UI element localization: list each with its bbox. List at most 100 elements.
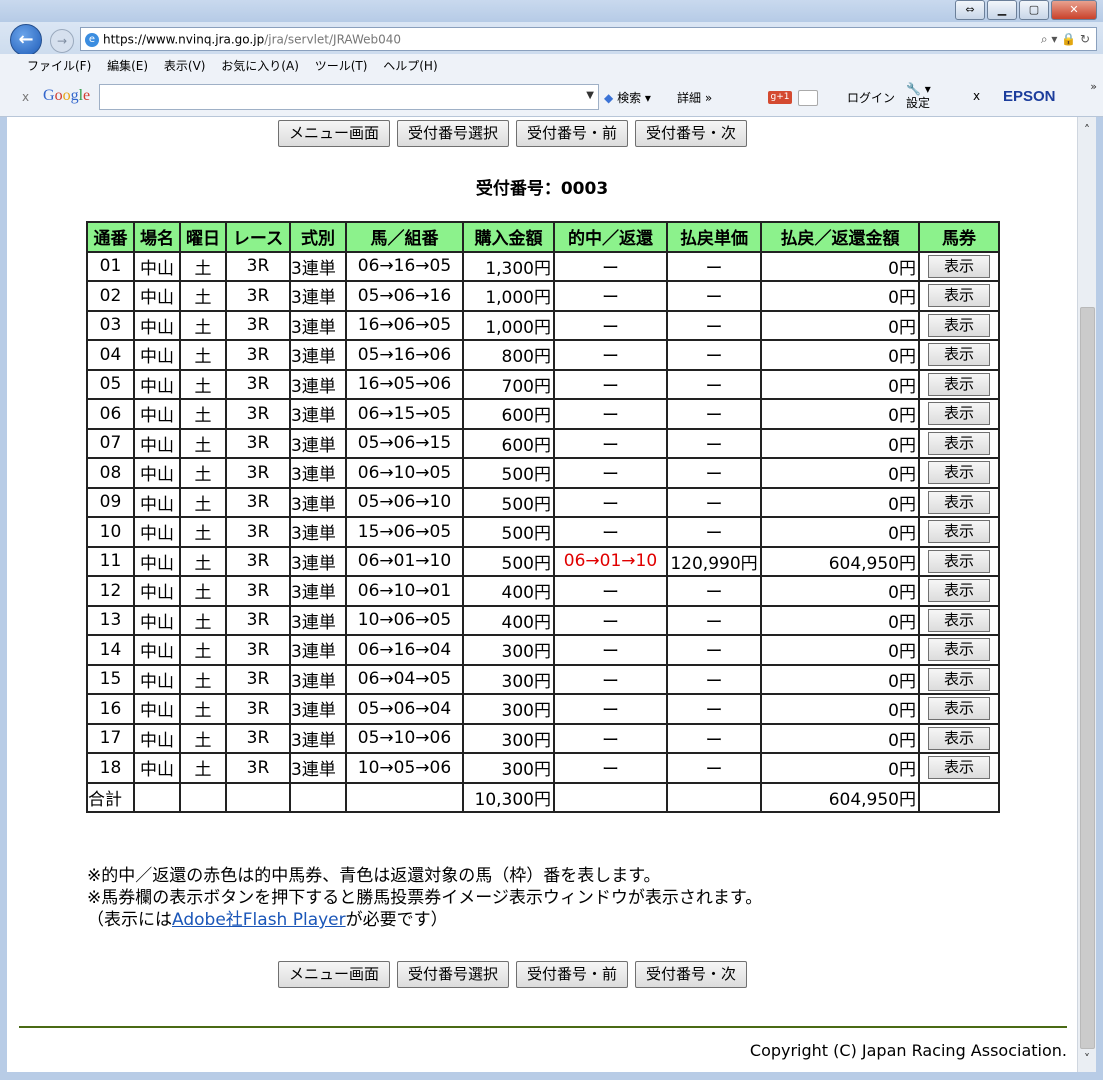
receipt-prev-button[interactable]: 受付番号・前 — [516, 120, 629, 147]
footer-divider — [19, 1026, 1067, 1028]
login-button[interactable]: ログイン — [847, 89, 895, 106]
row-combination: 06→15→05 — [345, 398, 464, 430]
ticket-cell: 表示 — [918, 368, 1000, 400]
row-hit: ー — [553, 280, 668, 312]
address-tools-icons[interactable]: ⌕ ▾ 🔒 ↻ — [1041, 28, 1090, 50]
close-button[interactable]: ✕ — [1051, 0, 1097, 20]
table-row: 18 中山土 3R 3連単 10→05→06 300円ーー 0円 表示 — [86, 752, 1000, 784]
row-unit-price: ー — [666, 722, 762, 754]
show-ticket-button[interactable]: 表示 — [928, 667, 990, 691]
row-number: 06 — [86, 398, 135, 430]
row-place: 中山 — [133, 545, 181, 577]
epson-close-icon[interactable]: x — [973, 89, 980, 103]
scroll-up-icon[interactable]: ˄ — [1078, 123, 1096, 137]
row-combination: 06→04→05 — [345, 663, 464, 695]
show-ticket-button[interactable]: 表示 — [928, 490, 990, 514]
ie-page-icon: e — [85, 32, 99, 47]
show-ticket-button[interactable]: 表示 — [928, 461, 990, 485]
show-ticket-button[interactable]: 表示 — [928, 549, 990, 573]
show-ticket-button[interactable]: 表示 — [928, 697, 990, 721]
show-ticket-button[interactable]: 表示 — [928, 638, 990, 662]
show-ticket-button[interactable]: 表示 — [928, 343, 990, 367]
show-ticket-button[interactable]: 表示 — [928, 313, 990, 337]
show-ticket-button[interactable]: 表示 — [928, 372, 990, 396]
menu-help[interactable]: ヘルプ(H) — [383, 54, 437, 78]
row-amount: 300円 — [462, 663, 555, 695]
show-ticket-button[interactable]: 表示 — [928, 254, 990, 278]
row-race: 3R — [225, 575, 291, 607]
restore-extra-icon[interactable]: ⇔ — [955, 0, 985, 20]
scroll-thumb[interactable] — [1080, 307, 1095, 1049]
menu-bar: ファイル(F) 編集(E) 表示(V) お気に入り(A) ツール(T) ヘルプ(… — [0, 54, 1103, 78]
row-unit-price: ー — [666, 398, 762, 430]
row-hit: ー — [553, 752, 668, 784]
menu-tools[interactable]: ツール(T) — [315, 54, 368, 78]
ticket-cell: 表示 — [918, 693, 1000, 725]
row-unit-price: ー — [666, 752, 762, 784]
chevron-down-icon[interactable]: ▼ — [586, 90, 594, 101]
row-unit-price: ー — [666, 575, 762, 607]
show-ticket-button[interactable]: 表示 — [928, 579, 990, 603]
menu-screen-button[interactable]: メニュー画面 — [278, 961, 391, 988]
menu-file[interactable]: ファイル(F) — [27, 54, 91, 78]
maximize-button[interactable]: ▢ — [1019, 0, 1049, 20]
scroll-down-icon[interactable]: ˅ — [1078, 1052, 1096, 1066]
google-search-button[interactable]: ◆ 検索 ▾ — [604, 89, 651, 106]
receipt-next-button[interactable]: 受付番号・次 — [635, 961, 748, 988]
row-combination: 15→06→05 — [345, 516, 464, 548]
row-unit-price: ー — [666, 693, 762, 725]
minimize-button[interactable]: ▁ — [987, 0, 1017, 20]
row-payout: 0円 — [760, 486, 920, 518]
show-ticket-button[interactable]: 表示 — [928, 520, 990, 544]
receipt-next-button[interactable]: 受付番号・次 — [635, 120, 748, 147]
total-amount: 10,300円 — [462, 781, 555, 813]
menu-edit[interactable]: 編集(E) — [107, 54, 148, 78]
ticket-cell: 表示 — [918, 722, 1000, 754]
row-day: 土 — [179, 663, 227, 695]
row-bet-type: 3連単 — [289, 722, 347, 754]
gplus-count-box — [798, 90, 818, 106]
col-header: 的中／返還 — [553, 221, 668, 253]
row-payout: 0円 — [760, 427, 920, 459]
settings-button[interactable]: 🔧 ▾ 設定 — [906, 82, 931, 110]
row-day: 土 — [179, 280, 227, 312]
show-ticket-button[interactable]: 表示 — [928, 756, 990, 780]
show-ticket-button[interactable]: 表示 — [928, 608, 990, 632]
menu-view[interactable]: 表示(V) — [164, 54, 206, 78]
epson-brand[interactable]: EPSON — [1003, 88, 1056, 105]
row-payout: 0円 — [760, 250, 920, 282]
col-header: 式別 — [289, 221, 347, 253]
table-row: 17 中山土 3R 3連単 05→10→06 300円ーー 0円 表示 — [86, 722, 1000, 754]
vertical-scrollbar[interactable]: ˄ ˅ — [1077, 117, 1096, 1072]
row-day: 土 — [179, 339, 227, 371]
wrench-icon: 🔧 — [906, 82, 921, 96]
toolbar-close-icon[interactable]: x — [22, 90, 29, 104]
detail-button[interactable]: 詳細 » — [677, 89, 712, 106]
row-number: 15 — [86, 663, 135, 695]
show-ticket-button[interactable]: 表示 — [928, 726, 990, 750]
menu-screen-button[interactable]: メニュー画面 — [278, 120, 391, 147]
row-unit-price: ー — [666, 457, 762, 489]
row-day: 土 — [179, 427, 227, 459]
address-bar[interactable]: e https://www.nvinq.jra.go.jp/jra/servlet… — [80, 27, 1097, 51]
receipt-prev-button[interactable]: 受付番号・前 — [516, 961, 629, 988]
menu-favorites[interactable]: お気に入り(A) — [221, 54, 299, 78]
show-ticket-button[interactable]: 表示 — [928, 284, 990, 308]
col-header: 払戻単価 — [666, 221, 762, 253]
col-header: 場名 — [133, 221, 181, 253]
show-ticket-button[interactable]: 表示 — [928, 402, 990, 426]
toolbar-overflow-icon[interactable]: » — [1090, 80, 1097, 93]
show-ticket-button[interactable]: 表示 — [928, 431, 990, 455]
flash-player-link[interactable]: Adobe社Flash Player — [172, 910, 346, 930]
row-hit: ー — [553, 722, 668, 754]
row-race: 3R — [225, 693, 291, 725]
ticket-cell: 表示 — [918, 663, 1000, 695]
receipt-select-button[interactable]: 受付番号選択 — [397, 961, 510, 988]
back-arrow-icon[interactable]: ← — [10, 24, 42, 56]
row-race: 3R — [225, 398, 291, 430]
forward-arrow-icon[interactable]: → — [50, 29, 74, 53]
receipt-select-button[interactable]: 受付番号選択 — [397, 120, 510, 147]
google-search-input[interactable]: ▼ — [99, 84, 599, 110]
gplus-icon[interactable]: g+1 — [768, 91, 792, 104]
row-hit: ー — [553, 339, 668, 371]
